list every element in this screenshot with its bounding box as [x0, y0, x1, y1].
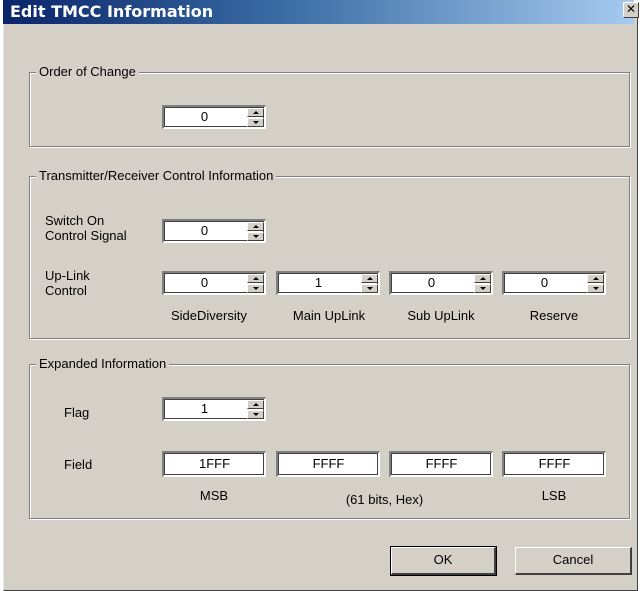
arrow-up-icon — [253, 111, 259, 114]
uplink-label-line1: Up-Link — [45, 268, 90, 283]
flag-label: Flag — [64, 405, 90, 420]
spin-down-button[interactable] — [247, 232, 264, 241]
reserve-caption: Reserve — [529, 308, 579, 323]
close-button[interactable]: ✕ — [623, 2, 639, 18]
arrow-down-icon — [253, 121, 259, 124]
field-input-3[interactable]: FFFF — [389, 451, 493, 477]
expanded-info-label: Expanded Information — [36, 356, 170, 372]
flag-value[interactable]: 1 — [164, 399, 245, 420]
sub-uplink-caption: Sub UpLink — [407, 308, 475, 323]
spin-up-button[interactable] — [247, 274, 264, 283]
spin-down-button[interactable] — [247, 410, 264, 419]
arrow-down-icon — [593, 287, 599, 290]
lsb-caption: LSB — [541, 488, 567, 503]
tx-rx-control-label: Transmitter/Receiver Control Information — [36, 168, 277, 184]
reserve-spinner[interactable]: 0 — [502, 271, 606, 295]
switch-on-value[interactable]: 0 — [164, 221, 245, 242]
spin-down-button[interactable] — [247, 118, 264, 127]
spin-down-button[interactable] — [587, 284, 604, 293]
switch-on-spinner[interactable]: 0 — [162, 219, 266, 243]
spin-down-button[interactable] — [474, 284, 491, 293]
side-diversity-value[interactable]: 0 — [164, 273, 245, 294]
arrow-down-icon — [480, 287, 486, 290]
uplink-label: Up-Link Control — [45, 268, 90, 298]
main-uplink-caption: Main UpLink — [292, 308, 366, 323]
ok-button[interactable]: OK — [390, 546, 497, 576]
reserve-value[interactable]: 0 — [504, 273, 585, 294]
order-of-change-value[interactable]: 0 — [164, 107, 245, 128]
spin-up-button[interactable] — [247, 222, 264, 231]
main-uplink-spinner[interactable]: 1 — [276, 271, 380, 295]
switch-on-label-line1: Switch On — [45, 213, 105, 228]
spin-down-button[interactable] — [247, 284, 264, 293]
arrow-down-icon — [253, 287, 259, 290]
field-lsb-input[interactable]: FFFF — [502, 451, 606, 477]
arrow-down-icon — [253, 235, 259, 238]
sub-uplink-value[interactable]: 0 — [391, 273, 472, 294]
field-input-2[interactable]: FFFF — [276, 451, 380, 477]
order-of-change-group: Order of Change — [29, 64, 630, 147]
msb-caption: MSB — [199, 488, 229, 503]
close-icon: ✕ — [625, 2, 637, 16]
order-of-change-label: Order of Change — [36, 64, 139, 80]
flag-spinner[interactable]: 1 — [162, 397, 266, 421]
arrow-up-icon — [253, 277, 259, 280]
field-label: Field — [64, 457, 93, 472]
side-diversity-spinner[interactable]: 0 — [162, 271, 266, 295]
arrow-up-icon — [367, 277, 373, 280]
title-bar[interactable]: Edit TMCC Information — [3, 0, 634, 24]
arrow-up-icon — [253, 403, 259, 406]
field-msb-input[interactable]: 1FFF — [162, 451, 266, 477]
spin-down-button[interactable] — [361, 284, 378, 293]
uplink-label-line2: Control — [45, 283, 87, 298]
sub-uplink-spinner[interactable]: 0 — [389, 271, 493, 295]
switch-on-label-line2: Control Signal — [45, 228, 127, 243]
switch-on-label: Switch On Control Signal — [45, 213, 127, 243]
arrow-down-icon — [253, 413, 259, 416]
spin-up-button[interactable] — [247, 400, 264, 409]
arrow-down-icon — [367, 287, 373, 290]
order-of-change-spinner[interactable]: 0 — [162, 105, 266, 129]
arrow-up-icon — [593, 277, 599, 280]
bits-hex-caption: (61 bits, Hex) — [345, 492, 424, 507]
spin-up-button[interactable] — [361, 274, 378, 283]
arrow-up-icon — [480, 277, 486, 280]
cancel-button[interactable]: Cancel — [515, 547, 632, 575]
dialog-title: Edit TMCC Information — [10, 2, 214, 21]
spin-up-button[interactable] — [247, 108, 264, 117]
spin-up-button[interactable] — [474, 274, 491, 283]
arrow-up-icon — [253, 225, 259, 228]
spin-up-button[interactable] — [587, 274, 604, 283]
main-uplink-value[interactable]: 1 — [278, 273, 359, 294]
